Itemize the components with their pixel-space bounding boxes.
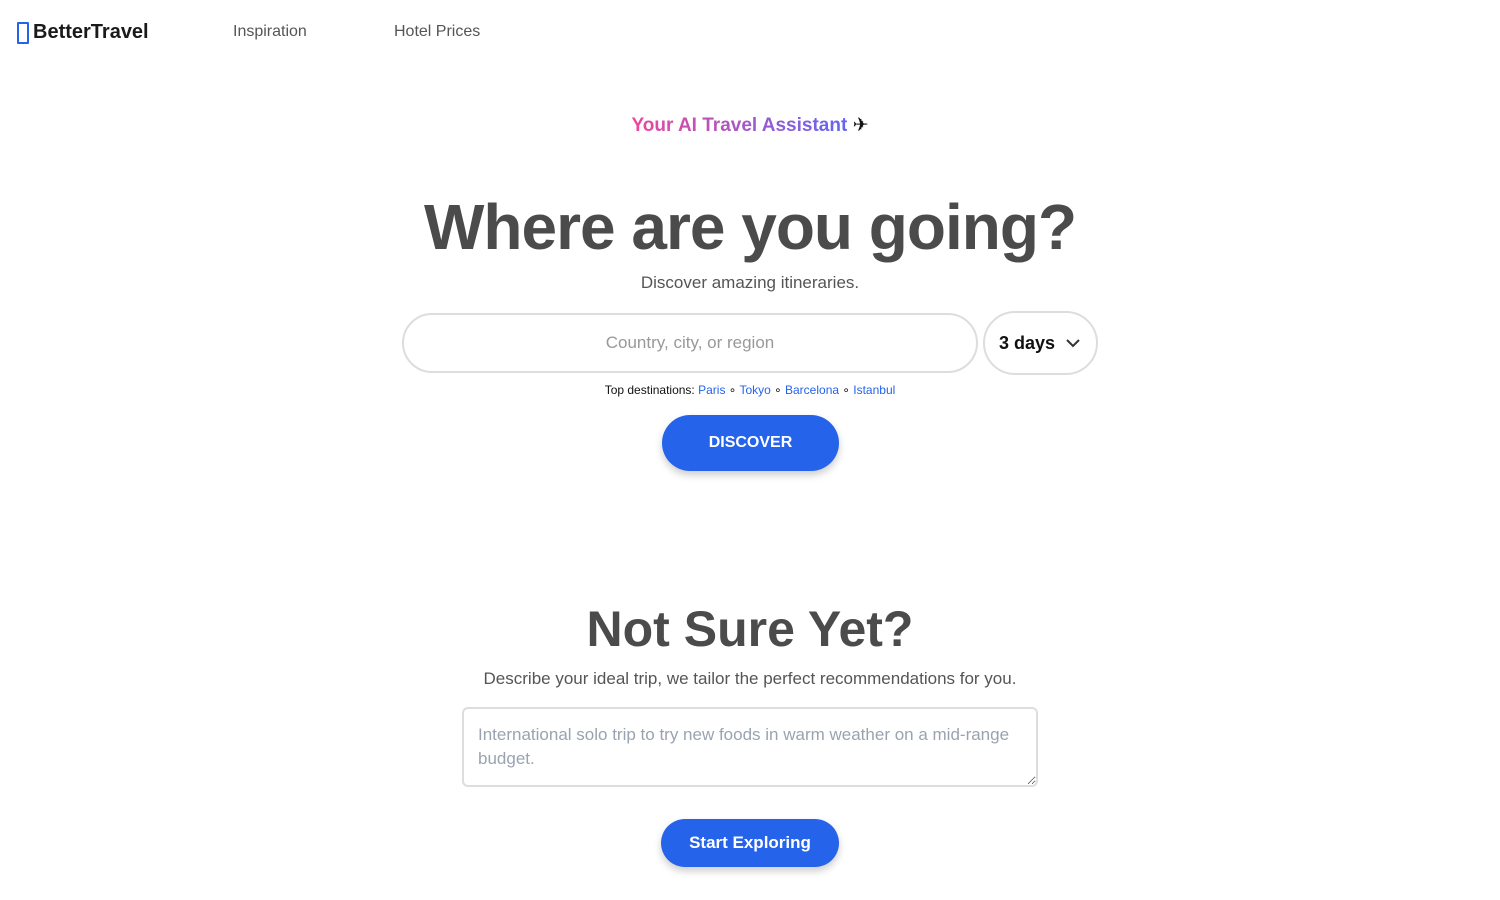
tagline-text: Your AI Travel Assistant	[631, 115, 848, 136]
brand-name: BetterTravel	[33, 21, 149, 43]
separator: ∘	[728, 383, 737, 397]
brand-logo[interactable]: BetterTravel	[17, 21, 149, 44]
chevron-down-icon	[1066, 339, 1080, 348]
separator: ∘	[842, 383, 850, 397]
explore-title: Not Sure Yet?	[586, 601, 914, 657]
page-title: Where are you going?	[423, 191, 1077, 263]
start-exploring-button[interactable]: Start Exploring	[661, 819, 839, 867]
duration-select[interactable]: 3 days	[983, 311, 1098, 375]
duration-value: 3 days	[999, 332, 1056, 353]
airplane-icon: ✈	[852, 115, 869, 136]
logo-icon	[17, 21, 29, 44]
top-nav: BetterTravel Inspiration Hotel Prices	[0, 0, 1500, 66]
destination-search-input[interactable]	[402, 313, 978, 373]
tagline: Your AI Travel Assistant ✈	[0, 114, 1500, 137]
destination-link-paris[interactable]: Paris	[698, 383, 725, 397]
discover-button[interactable]: DISCOVER	[662, 415, 839, 471]
explore-title-wrap: Not Sure Yet?	[0, 600, 1500, 658]
nav-link-inspiration[interactable]: Inspiration	[233, 23, 307, 41]
destination-link-barcelona[interactable]: Barcelona	[785, 383, 839, 397]
destination-link-istanbul[interactable]: Istanbul	[853, 383, 895, 397]
destination-link-tokyo[interactable]: Tokyo	[739, 383, 770, 397]
top-destinations: Top destinations: Paris ∘ Tokyo ∘ Barcel…	[0, 383, 1500, 397]
hero-subtitle: Discover amazing itineraries.	[640, 273, 860, 292]
separator: ∘	[774, 383, 782, 397]
trip-description-textarea[interactable]	[462, 707, 1038, 787]
hero-title-wrap: Where are you going?	[0, 190, 1500, 264]
top-destinations-label: Top destinations:	[604, 383, 695, 397]
nav-link-hotel-prices[interactable]: Hotel Prices	[394, 23, 480, 41]
explore-subtitle: Describe your ideal trip, we tailor the …	[483, 669, 1017, 688]
